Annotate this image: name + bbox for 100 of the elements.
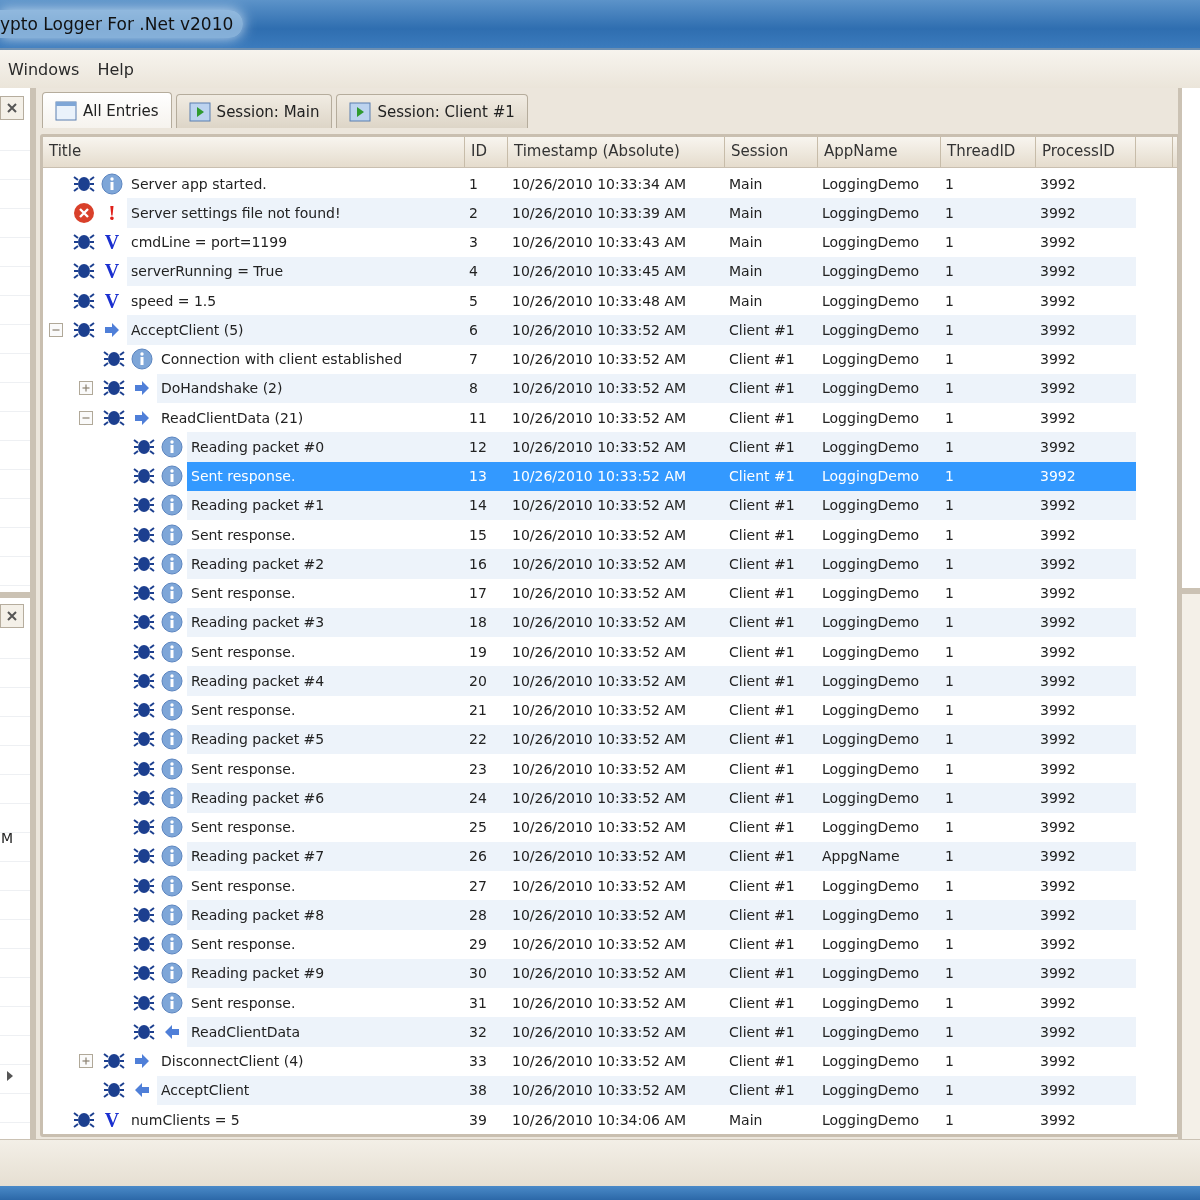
bug-icon <box>133 612 155 633</box>
log-row[interactable]: Reading packet #8 28 10/26/2010 10:33:52 AM Client #1 LoggingDemo 1 3992 <box>187 900 1136 930</box>
id-cell-text: 19 <box>468 643 488 660</box>
log-row[interactable]: DisconnectClient (4) 33 10/26/2010 10:33:52 AM Client #1 LoggingDemo 1 3992 <box>157 1046 1136 1076</box>
log-row[interactable]: Sent response. 31 10/26/2010 10:33:52 AM Client #1 LoggingDemo 1 3992 <box>187 988 1136 1018</box>
log-row[interactable]: Connection with client established 7 10/26/2010 10:33:52 AM Client #1 LoggingDemo 1 3992 <box>157 344 1136 374</box>
title-cell-text: Server app started. <box>130 175 268 192</box>
thread-id-cell-text: 1 <box>944 672 955 689</box>
scroll-right-icon[interactable] <box>6 1071 14 1081</box>
app-name-cell-text: LoggingDemo <box>821 555 921 572</box>
log-row[interactable]: Reading packet #3 18 10/26/2010 10:33:52 AM Client #1 LoggingDemo 1 3992 <box>187 607 1136 637</box>
log-row[interactable]: Reading packet #5 22 10/26/2010 10:33:52 AM Client #1 LoggingDemo 1 3992 <box>187 724 1136 754</box>
log-row[interactable]: ReadClientData (21) 11 10/26/2010 10:33:52 AM Client #1 LoggingDemo 1 3992 <box>157 403 1136 433</box>
session-cell-text: Client #1 <box>728 1082 796 1099</box>
close-button[interactable] <box>0 96 24 120</box>
process-id-cell-text: 3992 <box>1039 204 1077 221</box>
log-row[interactable]: DoHandshake (2) 8 10/26/2010 10:33:52 AM Client #1 LoggingDemo 1 3992 <box>157 373 1136 403</box>
info-icon <box>161 962 183 985</box>
session-cell-text: Client #1 <box>728 819 796 836</box>
log-row[interactable]: Reading packet #2 16 10/26/2010 10:33:52 AM Client #1 LoggingDemo 1 3992 <box>187 549 1136 579</box>
column-header[interactable]: Title <box>43 137 465 167</box>
title-cell-text: Sent response. <box>190 877 297 894</box>
process-id-cell-text: 3992 <box>1039 702 1077 719</box>
log-row[interactable]: Sent response. 15 10/26/2010 10:33:52 AM Client #1 LoggingDemo 1 3992 <box>187 520 1136 550</box>
session-cell-text: Client #1 <box>728 614 796 631</box>
collapse-icon[interactable] <box>49 322 63 337</box>
log-row[interactable]: Sent response. 23 10/26/2010 10:33:52 AM Client #1 LoggingDemo 1 3992 <box>187 754 1136 784</box>
variable-icon: V <box>104 261 120 282</box>
log-row[interactable]: serverRunning = True 4 10/26/2010 10:33:45 AM Main LoggingDemo 1 3992 <box>127 256 1136 286</box>
thread-id-cell-text: 1 <box>944 175 955 192</box>
title-cell-text: Sent response. <box>190 936 297 953</box>
log-row[interactable]: ReadClientData 32 10/26/2010 10:33:52 AM Client #1 LoggingDemo 1 3992 <box>187 1017 1136 1047</box>
bug-icon <box>133 875 155 896</box>
log-row[interactable]: Sent response. 17 10/26/2010 10:33:52 AM Client #1 LoggingDemo 1 3992 <box>187 578 1136 608</box>
column-header[interactable]: AppName <box>818 137 941 167</box>
process-id-cell-text: 3992 <box>1039 351 1077 368</box>
log-row[interactable]: Sent response. 25 10/26/2010 10:33:52 AM Client #1 LoggingDemo 1 3992 <box>187 812 1136 842</box>
timestamp-cell-text: 10/26/2010 10:33:52 AM <box>511 819 688 836</box>
column-header[interactable]: Session <box>725 137 818 167</box>
menu-item[interactable]: Help <box>91 56 140 82</box>
log-row[interactable]: AcceptClient 38 10/26/2010 10:33:52 AM Client #1 LoggingDemo 1 3992 <box>157 1075 1136 1105</box>
log-row[interactable]: Reading packet #0 12 10/26/2010 10:33:52 AM Client #1 LoggingDemo 1 3992 <box>187 432 1136 462</box>
log-row[interactable]: Reading packet #7 26 10/26/2010 10:33:52 AM Client #1 AppgName 1 3992 <box>187 841 1136 871</box>
process-id-cell-text: 3992 <box>1039 1082 1077 1099</box>
title-cell-text: AcceptClient (5) <box>130 321 245 338</box>
info-icon <box>161 465 183 488</box>
variable-icon: V <box>104 232 120 253</box>
close-button[interactable] <box>0 604 24 628</box>
column-header[interactable]: ThreadID <box>941 137 1036 167</box>
tab[interactable]: Session: Main <box>175 94 333 128</box>
title-cell-text: ReadClientData <box>190 1023 302 1040</box>
log-row[interactable]: Server settings file not found! 2 10/26/2010 10:33:39 AM Main LoggingDemo 1 3992 <box>127 198 1136 228</box>
session-cell-text: Client #1 <box>728 760 796 777</box>
log-row[interactable]: Sent response. 19 10/26/2010 10:33:52 AM Client #1 LoggingDemo 1 3992 <box>187 637 1136 667</box>
column-header[interactable]: ID <box>465 137 508 167</box>
timestamp-cell-text: 10/26/2010 10:33:45 AM <box>511 263 688 280</box>
log-row[interactable]: cmdLine = port=1199 3 10/26/2010 10:33:43 AM Main LoggingDemo 1 3992 <box>127 227 1136 257</box>
menu-item[interactable]: Windows <box>2 56 86 82</box>
session-cell-text: Main <box>728 292 764 309</box>
log-row[interactable]: Reading packet #6 24 10/26/2010 10:33:52 AM Client #1 LoggingDemo 1 3992 <box>187 783 1136 813</box>
bug-icon <box>103 349 125 370</box>
info-icon <box>161 933 183 956</box>
thread-id-cell-text: 1 <box>944 848 955 865</box>
panel-text: M <box>1 830 14 846</box>
log-row[interactable]: Reading packet #4 20 10/26/2010 10:33:52 AM Client #1 LoggingDemo 1 3992 <box>187 666 1136 696</box>
log-row[interactable]: Sent response. 21 10/26/2010 10:33:52 AM Client #1 LoggingDemo 1 3992 <box>187 695 1136 725</box>
log-row[interactable]: AcceptClient (5) 6 10/26/2010 10:33:52 AM Client #1 LoggingDemo 1 3992 <box>127 315 1136 345</box>
bug-icon <box>133 1021 155 1042</box>
session-cell-text: Client #1 <box>728 906 796 923</box>
info-icon <box>101 172 123 195</box>
expand-icon[interactable] <box>79 381 93 396</box>
title-cell-text: ReadClientData (21) <box>160 409 305 426</box>
log-row[interactable]: numClients = 5 39 10/26/2010 10:34:06 AM Main LoggingDemo 1 3992 <box>127 1105 1136 1135</box>
process-id-cell-text: 3992 <box>1039 1111 1077 1128</box>
thread-id-cell-text: 1 <box>944 819 955 836</box>
timestamp-cell-text: 10/26/2010 10:33:52 AM <box>511 965 688 982</box>
session-cell-text: Main <box>728 234 764 251</box>
log-row[interactable]: Sent response. 27 10/26/2010 10:33:52 AM Client #1 LoggingDemo 1 3992 <box>187 871 1136 901</box>
bug-icon <box>73 261 95 282</box>
app-name-cell-text: AppgName <box>821 848 901 865</box>
collapse-icon[interactable] <box>79 410 93 425</box>
expand-icon[interactable] <box>79 1054 93 1069</box>
session-cell-text: Client #1 <box>728 555 796 572</box>
timestamp-cell-text: 10/26/2010 10:33:43 AM <box>511 234 688 251</box>
process-id-cell-text: 3992 <box>1039 321 1077 338</box>
session-cell-text: Main <box>728 1111 764 1128</box>
log-row[interactable]: Sent response. 29 10/26/2010 10:33:52 AM Client #1 LoggingDemo 1 3992 <box>187 929 1136 959</box>
timestamp-cell-text: 10/26/2010 10:33:52 AM <box>511 760 688 777</box>
app-name-cell-text: LoggingDemo <box>821 409 921 426</box>
variable-icon: V <box>104 290 120 311</box>
app-name-cell-text: LoggingDemo <box>821 789 921 806</box>
log-row[interactable]: Server app started. 1 10/26/2010 10:33:34 AM Main LoggingDemo 1 3992 <box>127 169 1136 199</box>
log-row[interactable]: speed = 1.5 5 10/26/2010 10:33:48 AM Main LoggingDemo 1 3992 <box>127 286 1136 316</box>
log-row[interactable]: Reading packet #1 14 10/26/2010 10:33:52 AM Client #1 LoggingDemo 1 3992 <box>187 490 1136 520</box>
session-cell-text: Client #1 <box>728 877 796 894</box>
log-row[interactable]: Reading packet #9 30 10/26/2010 10:33:52 AM Client #1 LoggingDemo 1 3992 <box>187 958 1136 988</box>
column-header[interactable]: Timestamp (Absolute) <box>508 137 725 167</box>
tab[interactable]: Session: Client #1 <box>336 94 528 128</box>
tab[interactable]: All Entries <box>42 92 172 128</box>
column-header[interactable]: ProcessID <box>1036 137 1136 167</box>
